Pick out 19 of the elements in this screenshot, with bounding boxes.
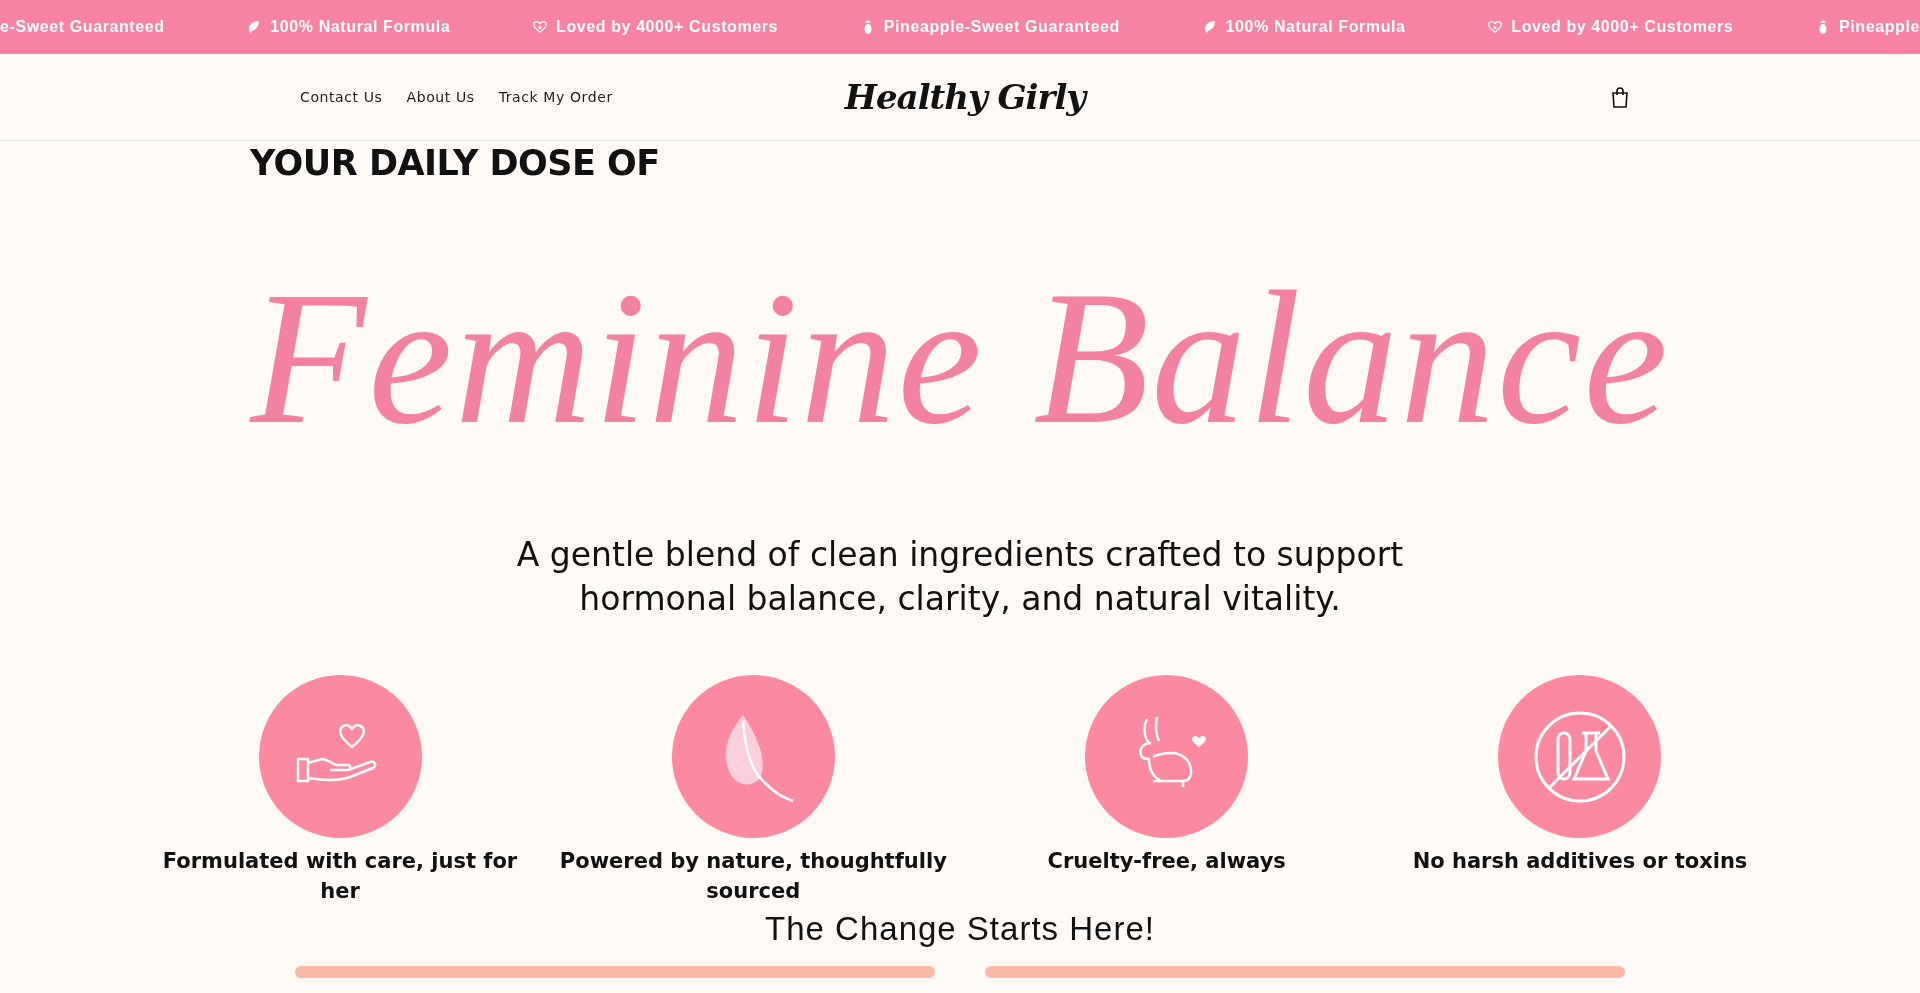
announcement-text: 100% Natural Formula bbox=[1225, 18, 1406, 36]
feature-label: No harsh additives or toxins bbox=[1411, 848, 1749, 875]
announcement-text: Loved by 4000+ Customers bbox=[556, 18, 779, 36]
nav-link[interactable]: About Us bbox=[406, 85, 475, 109]
announcement-text: 100% Natural Formula bbox=[270, 18, 451, 36]
feature-label: Formulated with care, just for her bbox=[161, 848, 519, 905]
feature-label: Powered by nature, thoughtfully sourced bbox=[558, 848, 948, 905]
feature-label: Cruelty-free, always bbox=[1046, 848, 1287, 875]
hero-headline: Feminine Balance bbox=[250, 252, 1670, 465]
hero-eyebrow: YOUR DAILY DOSE OF bbox=[250, 143, 660, 183]
announcement-text: Pineapple-Sweet Guaranteed bbox=[883, 18, 1120, 36]
hero-subtitle: A gentle blend of clean ingredients crafted to support hormonal balance, clarity, and natural vitality. bbox=[515, 534, 1405, 620]
announcement-text: e-Sweet Guaranteed bbox=[0, 18, 165, 36]
announcement-text: Pineapple bbox=[1839, 18, 1920, 36]
nav-link[interactable]: Track My Order bbox=[498, 85, 613, 109]
logo[interactable]: Healthy Girly bbox=[844, 77, 1086, 117]
announcement-text: Loved by 4000+ Customers bbox=[1511, 18, 1734, 36]
section-heading: The Change Starts Here! bbox=[765, 910, 1155, 948]
nav-link[interactable]: Contact Us bbox=[300, 85, 383, 109]
